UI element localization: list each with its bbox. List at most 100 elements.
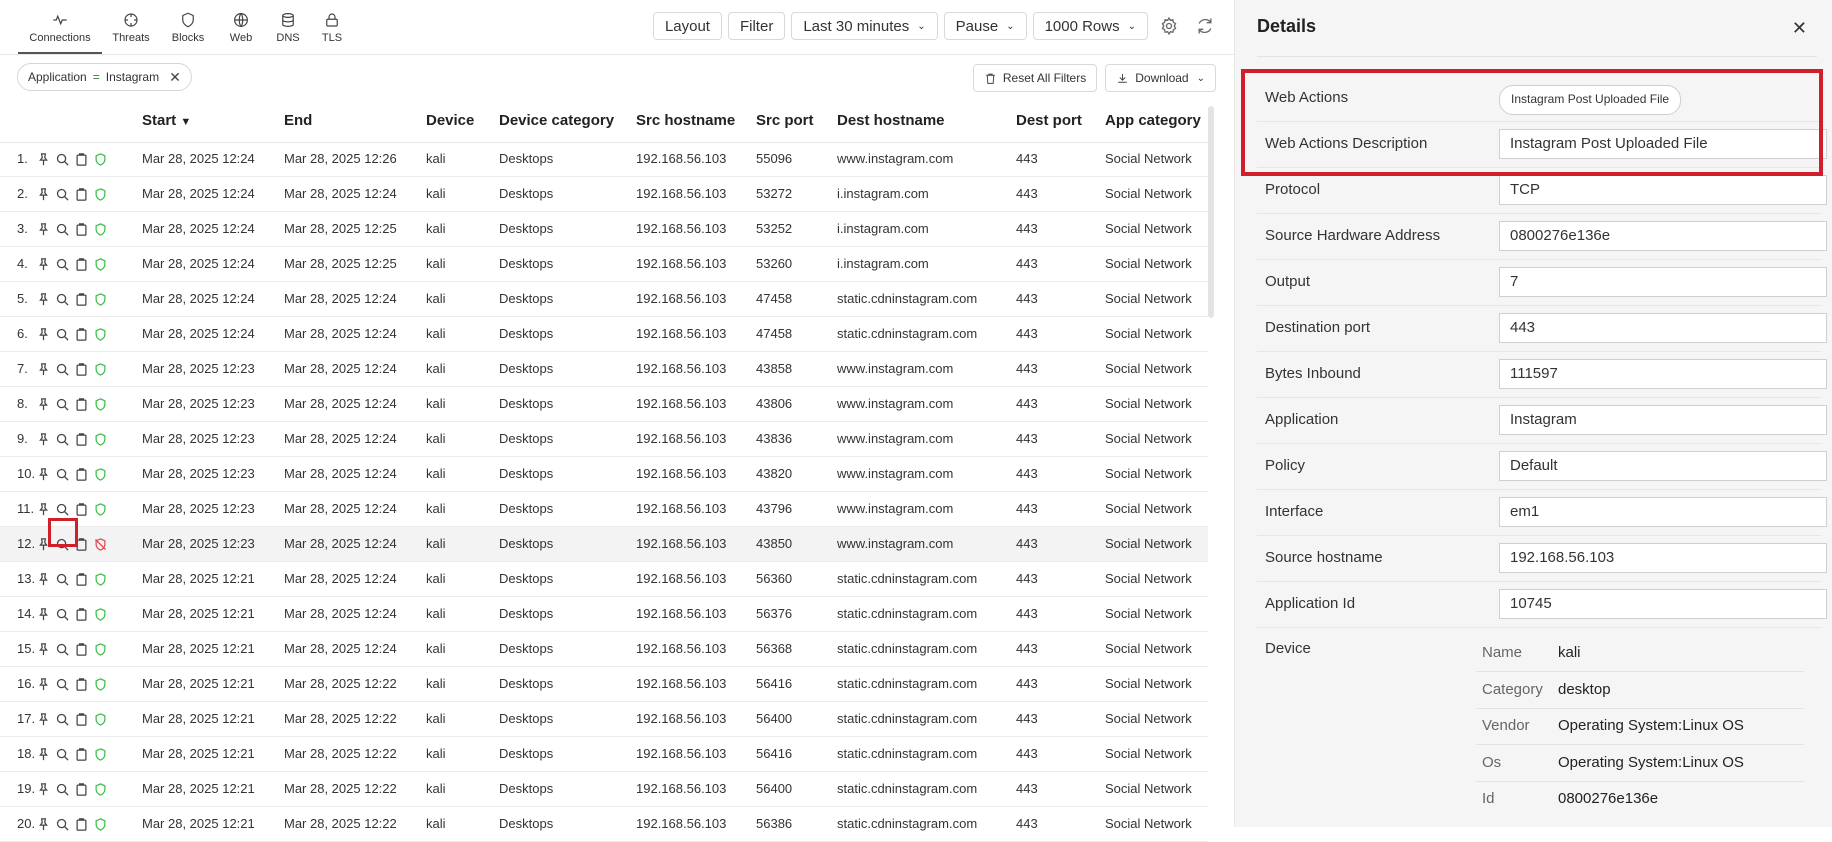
detail-value-field[interactable]: 192.168.56.103 — [1499, 543, 1827, 573]
table-row[interactable]: 5. Mar 28, 2025 12:24 Mar 28, 2025 12:24 ka… — [0, 282, 1208, 317]
refresh-button[interactable] — [1190, 12, 1220, 40]
shield-icon[interactable] — [93, 327, 108, 342]
close-icon[interactable]: ✕ — [169, 69, 181, 86]
detail-value-field[interactable]: 0800276e136e — [1499, 221, 1827, 251]
clipboard-icon[interactable] — [74, 502, 89, 517]
shield-icon[interactable] — [93, 502, 108, 517]
shield-icon[interactable] — [93, 397, 108, 412]
filter-button[interactable]: Filter — [727, 12, 786, 40]
table-row[interactable]: 12. Mar 28, 2025 12:23 Mar 28, 2025 12:24 k… — [0, 527, 1208, 562]
clipboard-icon[interactable] — [74, 782, 89, 797]
tab-tls[interactable]: TLS — [310, 0, 354, 54]
shield-off-icon[interactable] — [93, 537, 108, 552]
table-row[interactable]: 14. Mar 28, 2025 12:21 Mar 28, 2025 12:24 k… — [0, 597, 1208, 632]
tab-connections[interactable]: Connections — [18, 0, 102, 54]
pin-icon[interactable] — [36, 747, 51, 762]
shield-icon[interactable] — [93, 642, 108, 657]
clipboard-icon[interactable] — [74, 747, 89, 762]
pin-icon[interactable] — [36, 432, 51, 447]
column-header-src-hostname[interactable]: Src hostname — [636, 108, 735, 142]
table-row[interactable]: 20. Mar 28, 2025 12:21 Mar 28, 2025 12:22 k… — [0, 807, 1208, 842]
time-range-dropdown[interactable]: Last 30 minutes ⌄ — [791, 12, 938, 40]
search-icon[interactable] — [55, 257, 70, 272]
detail-value-field[interactable]: 111597 — [1499, 359, 1827, 389]
search-icon[interactable] — [55, 397, 70, 412]
table-row[interactable]: 19. Mar 28, 2025 12:21 Mar 28, 2025 12:22 k… — [0, 772, 1208, 807]
table-row[interactable]: 18. Mar 28, 2025 12:21 Mar 28, 2025 12:22 k… — [0, 737, 1208, 772]
pin-icon[interactable] — [36, 257, 51, 272]
pin-icon[interactable] — [36, 642, 51, 657]
search-icon[interactable] — [55, 222, 70, 237]
clipboard-icon[interactable] — [74, 152, 89, 167]
table-row[interactable]: 3. Mar 28, 2025 12:24 Mar 28, 2025 12:25 ka… — [0, 212, 1208, 247]
detail-value-field[interactable]: Default — [1499, 451, 1827, 481]
clipboard-icon[interactable] — [74, 222, 89, 237]
table-row[interactable]: 7. Mar 28, 2025 12:23 Mar 28, 2025 12:24 ka… — [0, 352, 1208, 387]
rows-dropdown[interactable]: 1000 Rows ⌄ — [1032, 12, 1148, 40]
clipboard-icon[interactable] — [74, 397, 89, 412]
shield-icon[interactable] — [93, 362, 108, 377]
clipboard-icon[interactable] — [74, 607, 89, 622]
shield-icon[interactable] — [93, 467, 108, 482]
pin-icon[interactable] — [36, 362, 51, 377]
tab-web[interactable]: Web — [216, 0, 266, 54]
column-header-app-category[interactable]: App category — [1105, 108, 1201, 142]
reset-filters-button[interactable]: Reset All Filters — [972, 64, 1098, 92]
search-icon[interactable] — [55, 292, 70, 307]
column-header-end[interactable]: End — [284, 108, 312, 142]
table-row[interactable]: 8. Mar 28, 2025 12:23 Mar 28, 2025 12:24 ka… — [0, 387, 1208, 422]
detail-value-field[interactable]: Instagram — [1499, 405, 1827, 435]
download-button[interactable]: Download ⌄ — [1105, 64, 1216, 92]
search-icon[interactable] — [55, 642, 70, 657]
tab-blocks[interactable]: Blocks — [160, 0, 216, 54]
pin-icon[interactable] — [36, 502, 51, 517]
table-row[interactable]: 10. Mar 28, 2025 12:23 Mar 28, 2025 12:24 k… — [0, 457, 1208, 492]
layout-button[interactable]: Layout — [652, 12, 722, 40]
table-row[interactable]: 11. Mar 28, 2025 12:23 Mar 28, 2025 12:24 k… — [0, 492, 1208, 527]
clipboard-icon[interactable] — [74, 362, 89, 377]
table-row[interactable]: 15. Mar 28, 2025 12:21 Mar 28, 2025 12:24 k… — [0, 632, 1208, 667]
table-row[interactable]: 9. Mar 28, 2025 12:23 Mar 28, 2025 12:24 ka… — [0, 422, 1208, 457]
detail-value-field[interactable]: TCP — [1499, 175, 1827, 205]
search-icon[interactable] — [55, 362, 70, 377]
shield-icon[interactable] — [93, 817, 108, 832]
table-row[interactable]: 6. Mar 28, 2025 12:24 Mar 28, 2025 12:24 ka… — [0, 317, 1208, 352]
shield-icon[interactable] — [93, 607, 108, 622]
detail-value-field[interactable]: 443 — [1499, 313, 1827, 343]
clipboard-icon[interactable] — [74, 572, 89, 587]
column-header-start[interactable]: Start ▼ — [142, 108, 191, 142]
search-icon[interactable] — [55, 782, 70, 797]
table-row[interactable]: 1. Mar 28, 2025 12:24 Mar 28, 2025 12:26 ka… — [0, 142, 1208, 177]
search-icon[interactable] — [55, 187, 70, 202]
pin-icon[interactable] — [36, 677, 51, 692]
pin-icon[interactable] — [36, 187, 51, 202]
pin-icon[interactable] — [36, 782, 51, 797]
shield-icon[interactable] — [93, 677, 108, 692]
tab-threats[interactable]: Threats — [102, 0, 160, 54]
clipboard-icon[interactable] — [74, 432, 89, 447]
shield-icon[interactable] — [93, 257, 108, 272]
shield-icon[interactable] — [93, 747, 108, 762]
column-header-device[interactable]: Device — [426, 108, 474, 142]
pin-icon[interactable] — [36, 817, 51, 832]
search-icon[interactable] — [55, 502, 70, 517]
shield-icon[interactable] — [93, 712, 108, 727]
search-icon[interactable] — [55, 572, 70, 587]
shield-icon[interactable] — [93, 572, 108, 587]
table-row[interactable]: 4. Mar 28, 2025 12:24 Mar 28, 2025 12:25 ka… — [0, 247, 1208, 282]
search-icon[interactable] — [55, 607, 70, 622]
search-icon[interactable] — [55, 327, 70, 342]
search-icon[interactable] — [55, 152, 70, 167]
search-icon[interactable] — [55, 747, 70, 762]
pin-icon[interactable] — [36, 292, 51, 307]
clipboard-icon[interactable] — [74, 467, 89, 482]
pin-icon[interactable] — [36, 712, 51, 727]
table-row[interactable]: 13. Mar 28, 2025 12:21 Mar 28, 2025 12:24 k… — [0, 562, 1208, 597]
shield-icon[interactable] — [93, 782, 108, 797]
pin-icon[interactable] — [36, 397, 51, 412]
pin-icon[interactable] — [36, 152, 51, 167]
tab-dns[interactable]: DNS — [266, 0, 310, 54]
pin-icon[interactable] — [36, 327, 51, 342]
clipboard-icon[interactable] — [74, 292, 89, 307]
pin-icon[interactable] — [36, 572, 51, 587]
